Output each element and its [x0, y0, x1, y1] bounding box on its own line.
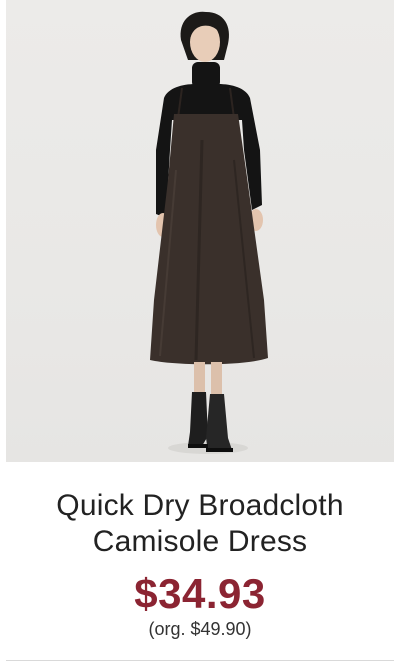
divider: [6, 660, 394, 661]
original-price: (org. $49.90): [148, 619, 252, 639]
product-info: Quick Dry Broadcloth Camisole Dress $34.…: [0, 462, 400, 640]
product-image[interactable]: [6, 0, 394, 462]
product-title-line2: Camisole Dress: [92, 525, 308, 558]
product-card[interactable]: Quick Dry Broadcloth Camisole Dress $34.…: [0, 0, 400, 665]
product-title[interactable]: Quick Dry Broadcloth Camisole Dress: [0, 488, 400, 560]
product-title-line1: Quick Dry Broadcloth: [56, 489, 344, 522]
model-illustration: [150, 11, 268, 454]
sale-price: $34.93: [134, 570, 266, 617]
